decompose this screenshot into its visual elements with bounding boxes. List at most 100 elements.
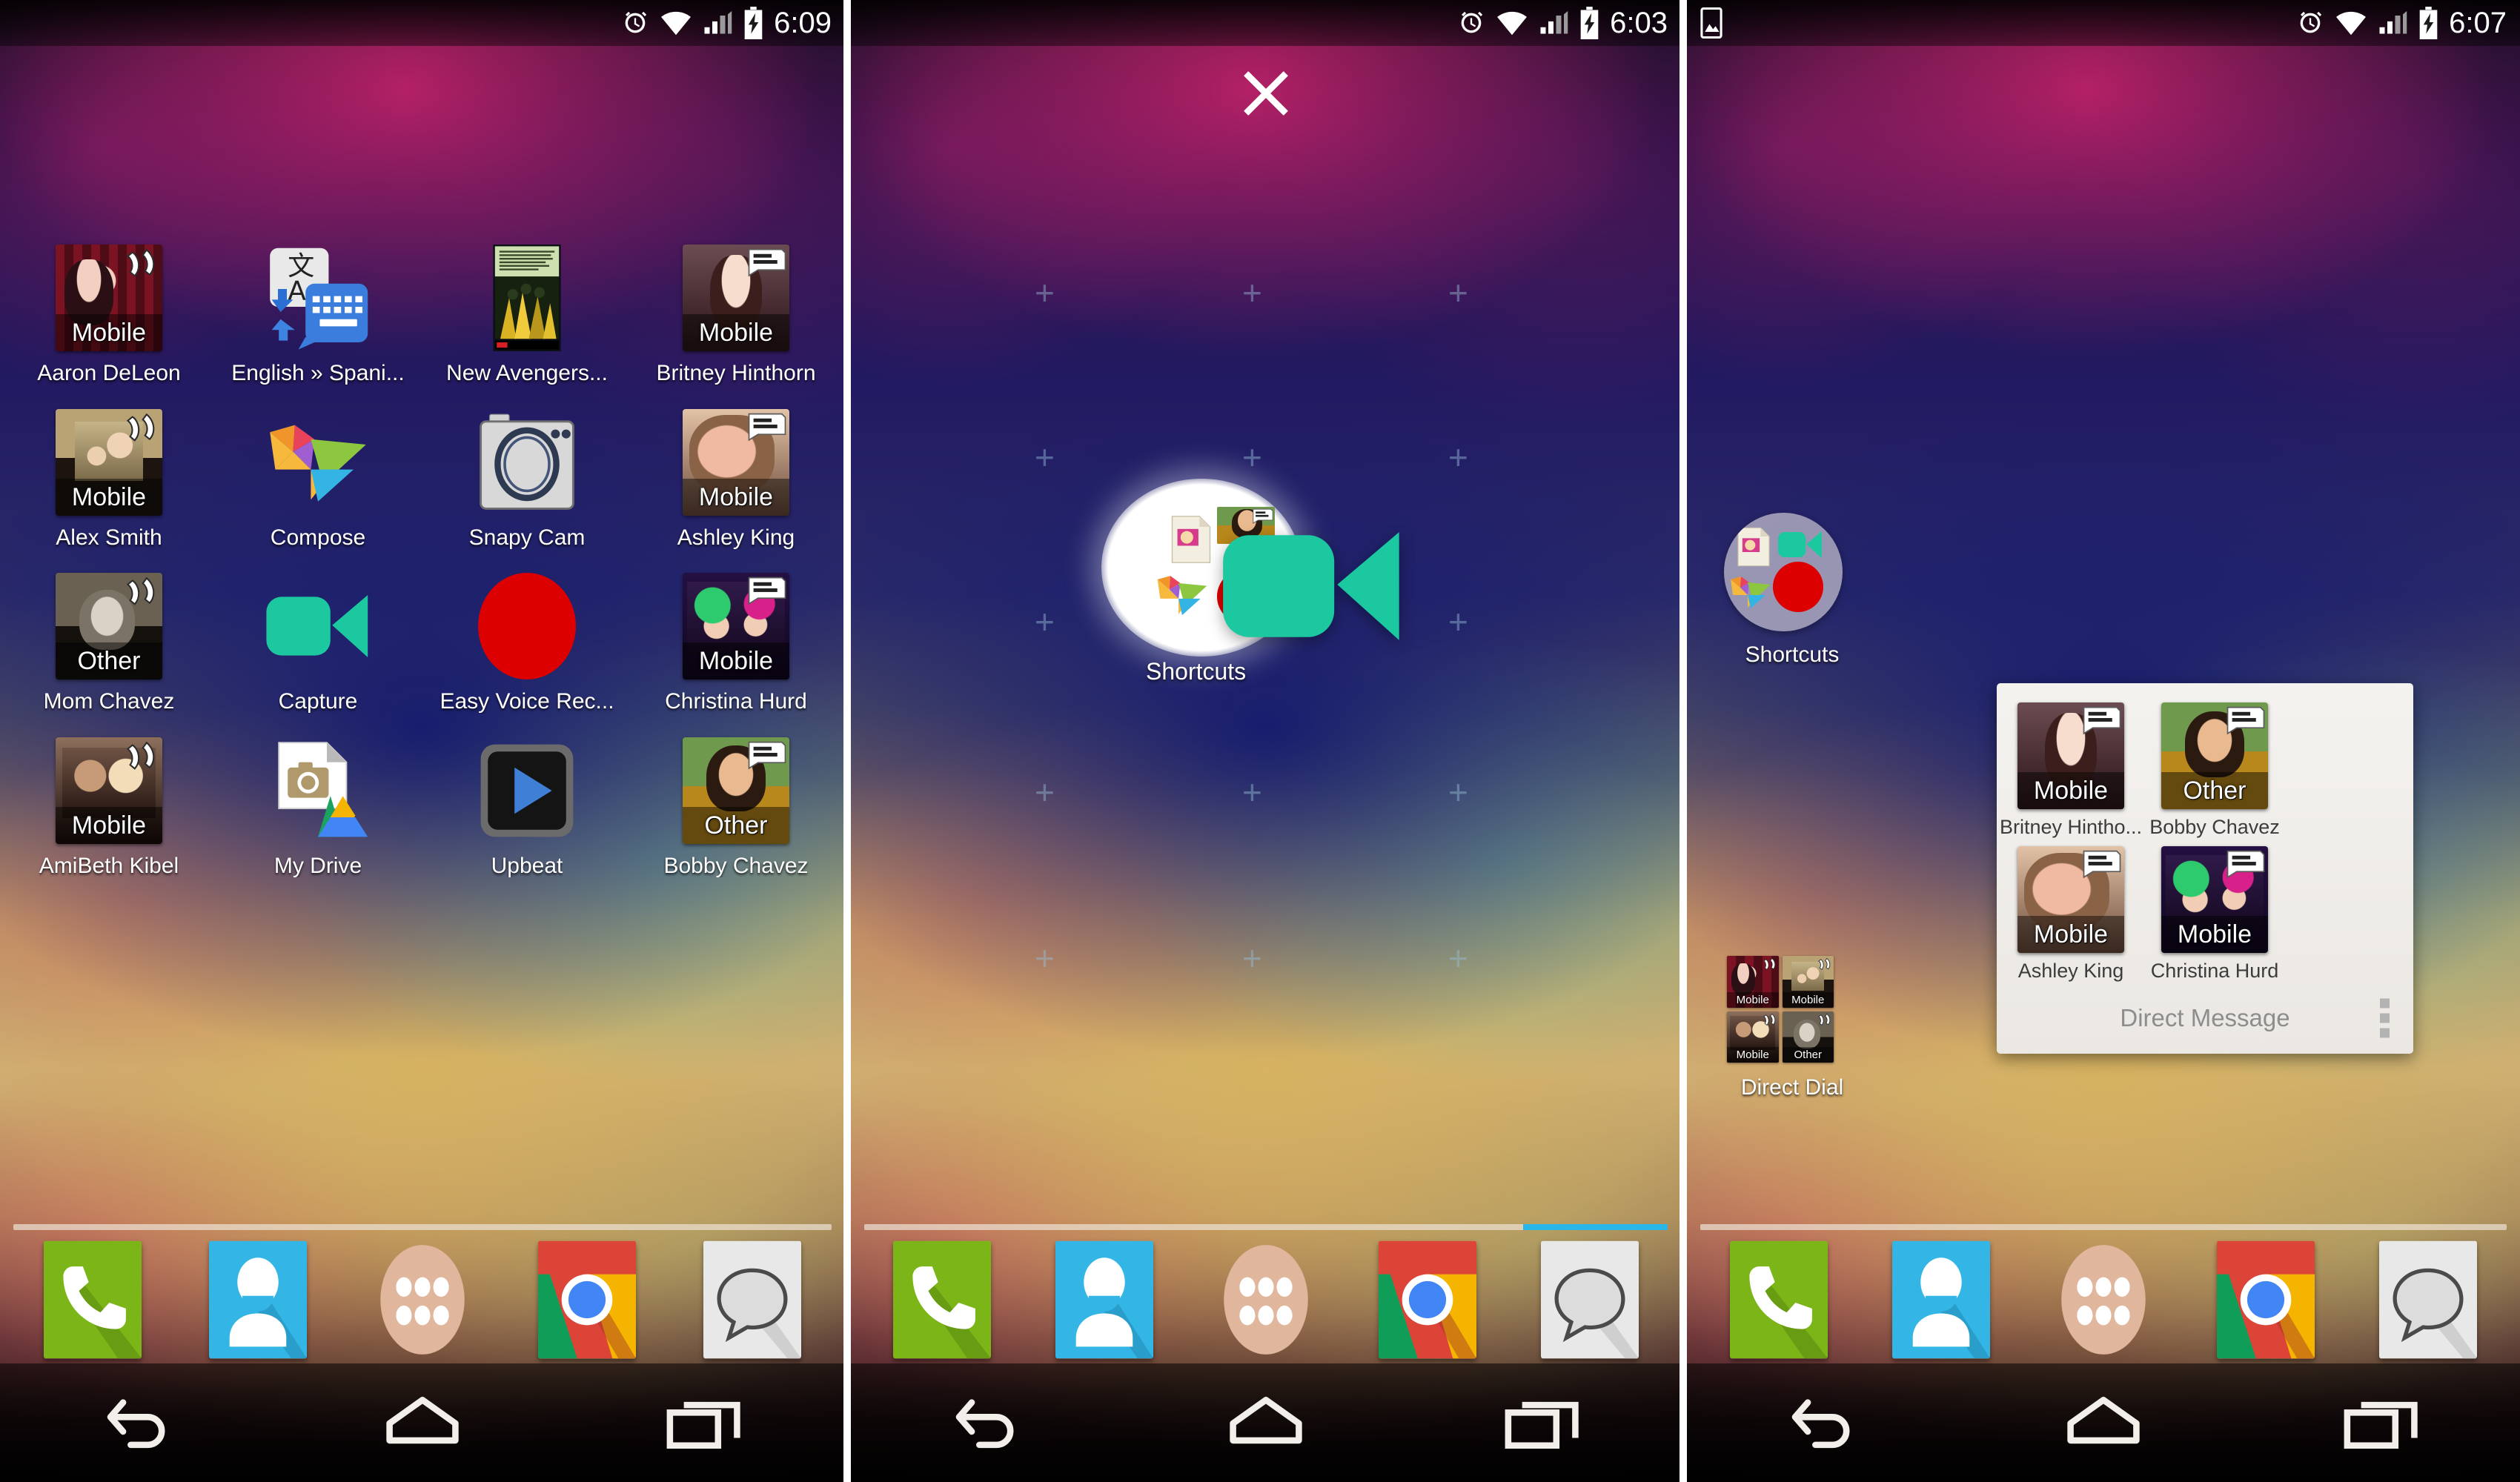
dock-contacts-button[interactable] xyxy=(1055,1240,1153,1359)
popup-contact-label: Ashley King xyxy=(2017,960,2124,982)
app-label: Alex Smith xyxy=(56,525,162,549)
app-label: Mom Chavez xyxy=(43,690,175,714)
dock-contacts-button[interactable] xyxy=(209,1240,307,1359)
app-label: Easy Voice Rec... xyxy=(440,690,614,714)
dock-app-drawer-button[interactable] xyxy=(374,1240,471,1359)
app-icon-english-spanish[interactable]: English » Spani... xyxy=(213,245,422,385)
app-icon-capture[interactable]: Capture xyxy=(213,573,422,714)
dock-app-drawer-button[interactable] xyxy=(2055,1240,2152,1359)
dock-messaging-button[interactable] xyxy=(1541,1240,1639,1359)
app-icon-alex-smith[interactable]: Mobile Alex Smith xyxy=(4,408,213,550)
dock-chrome-button[interactable] xyxy=(1379,1240,1476,1359)
alarm-icon xyxy=(2295,8,2325,38)
app-icon-snapy-cam[interactable]: Snapy Cam xyxy=(422,409,631,550)
dock-app-drawer-button[interactable] xyxy=(1217,1240,1315,1359)
message-icon xyxy=(2226,705,2265,737)
recents-button[interactable] xyxy=(630,1382,778,1463)
popup-contact-label: Britney Hintho... xyxy=(1999,816,2143,838)
app-icon-easy-voice-recorder[interactable]: Easy Voice Rec... xyxy=(422,573,631,714)
recents-button[interactable] xyxy=(1468,1382,1617,1463)
app-icon-christina-hurd[interactable]: Mobile Christina Hurd xyxy=(631,573,840,714)
close-button[interactable] xyxy=(1238,65,1294,125)
phone-icon xyxy=(121,412,159,443)
alarm-icon xyxy=(1456,8,1486,38)
battery-charging-icon xyxy=(743,7,763,39)
recents-button[interactable] xyxy=(2307,1382,2456,1463)
app-icon-new-avengers[interactable]: New Avengers... xyxy=(422,245,631,385)
panel-divider-1 xyxy=(843,0,851,1482)
app-icon-ashley-king[interactable]: Mobile Ashley King xyxy=(631,408,840,550)
record-circle-icon xyxy=(478,573,576,679)
folder-label: Shortcuts xyxy=(1745,643,1840,667)
app-icon-britney-hinthorn[interactable]: Mobile Britney Hinthorn xyxy=(631,245,840,385)
dock-phone-button[interactable] xyxy=(1730,1240,1828,1359)
status-bar-2: 6:03 xyxy=(851,0,1681,46)
dock-messaging-button[interactable] xyxy=(703,1240,801,1359)
kebab-menu-icon[interactable] xyxy=(2380,998,2390,1038)
popup-contact-christina[interactable]: Mobile Christina Hurd xyxy=(2151,846,2278,983)
app-icon-amibeth-kibel[interactable]: Mobile AmiBeth Kibel xyxy=(4,737,213,878)
mini-sub-label: Mobile xyxy=(1782,991,1834,1008)
battery-charging-icon xyxy=(2418,7,2438,39)
contact-sub-label: Other xyxy=(2161,772,2268,809)
folder-shortcuts[interactable]: Shortcuts xyxy=(1703,513,1881,667)
home-icon xyxy=(1225,1392,1307,1453)
grid-marker-plus: + xyxy=(1242,939,1262,977)
app-icon-bobby-chavez[interactable]: Other Bobby Chavez xyxy=(631,737,840,878)
message-icon xyxy=(748,247,786,279)
contact-sub-label: Mobile xyxy=(683,478,789,516)
page-indicator-1[interactable] xyxy=(13,1224,832,1230)
folder-popup-direct-message: Mobile Britney Hintho... Other Bobby Cha… xyxy=(1997,683,2413,1054)
grid-marker-plus: + xyxy=(1035,438,1055,476)
grid-marker-plus: + xyxy=(1035,273,1055,312)
navigation-bar-1 xyxy=(0,1363,845,1482)
dock-phone-button[interactable] xyxy=(44,1240,142,1359)
comic-cover-icon xyxy=(493,245,561,351)
page-indicator-3[interactable] xyxy=(1700,1224,2507,1230)
app-icon-aaron-deleon[interactable]: Mobile Aaron DeLeon xyxy=(4,245,213,385)
app-label: My Drive xyxy=(273,854,362,877)
status-left-3 xyxy=(1700,7,1722,39)
dock-contacts-button[interactable] xyxy=(1892,1240,1990,1359)
home-button[interactable] xyxy=(2029,1382,2178,1463)
back-button[interactable] xyxy=(67,1382,215,1463)
alarm-icon xyxy=(620,8,650,38)
app-icon-upbeat[interactable]: Upbeat xyxy=(422,737,631,878)
dock-chrome-button[interactable] xyxy=(538,1240,636,1359)
back-button[interactable] xyxy=(1751,1382,1900,1463)
back-icon xyxy=(1785,1392,1866,1453)
dock-chrome-button[interactable] xyxy=(2217,1240,2315,1359)
app-label: Bobby Chavez xyxy=(663,854,809,877)
message-icon xyxy=(2226,849,2265,880)
app-label: New Avengers... xyxy=(446,362,608,385)
back-button[interactable] xyxy=(915,1382,1064,1463)
folder-direct-dial[interactable]: Mobile Mobile Mobile Other Direct Dial xyxy=(1703,956,1881,1100)
mini-sub-label: Other xyxy=(1782,1047,1834,1063)
home-button[interactable] xyxy=(1192,1382,1340,1463)
popup-contact-ashley[interactable]: Mobile Ashley King xyxy=(2016,846,2126,983)
phone-icon xyxy=(121,247,159,279)
dock-1 xyxy=(0,1236,845,1363)
contact-sub-label: Mobile xyxy=(2017,916,2124,953)
popup-title: Direct Message xyxy=(2120,1004,2290,1031)
phone-icon xyxy=(121,576,159,607)
home-icon xyxy=(382,1392,463,1453)
app-icon-compose[interactable]: Compose xyxy=(213,409,422,550)
popup-contact-bobby[interactable]: Other Bobby Chavez xyxy=(2149,702,2280,839)
popup-contact-label: Bobby Chavez xyxy=(2149,816,2280,838)
home-button[interactable] xyxy=(348,1382,497,1463)
dock-messaging-button[interactable] xyxy=(2379,1240,2477,1359)
panel-folder-popup-screen: 6:07 Shortcuts Mobile Mobile Mobile Othe… xyxy=(1687,0,2520,1482)
status-clock: 6:03 xyxy=(1610,7,1668,39)
message-icon xyxy=(2083,849,2121,880)
origami-compose-icon xyxy=(1155,572,1210,618)
popup-contact-britney[interactable]: Mobile Britney Hintho... xyxy=(2000,702,2142,839)
camcorder-icon-dragged[interactable] xyxy=(1220,517,1405,655)
dock-phone-button[interactable] xyxy=(893,1240,991,1359)
recents-icon xyxy=(663,1392,745,1453)
grid-marker-plus: + xyxy=(1035,939,1055,977)
page-indicator-2[interactable] xyxy=(864,1224,1668,1230)
app-icon-my-drive[interactable]: My Drive xyxy=(213,737,422,878)
app-icon-mom-chavez[interactable]: Other Mom Chavez xyxy=(4,573,213,714)
folder-label: Direct Dial xyxy=(1740,1076,1844,1100)
